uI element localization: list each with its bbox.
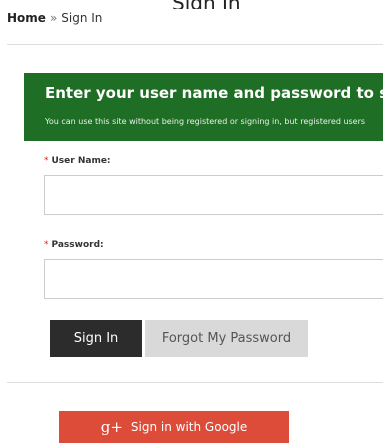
banner-title: Enter your user name and password to sig…: [45, 84, 383, 102]
required-marker: *: [44, 240, 49, 250]
password-input[interactable]: [44, 259, 383, 299]
password-label-text: Password:: [51, 240, 104, 250]
sign-in-button[interactable]: Sign In: [50, 320, 142, 357]
forgot-password-button[interactable]: Forgot My Password: [145, 320, 308, 357]
divider-bottom: [7, 382, 383, 383]
google-plus-icon: g+: [100, 418, 123, 436]
breadcrumb-separator: »: [49, 11, 58, 25]
breadcrumb-current: Sign In: [61, 11, 103, 25]
password-label: * Password:: [44, 240, 104, 250]
divider-top: [7, 44, 383, 45]
breadcrumb: Home» Sign In: [7, 11, 102, 25]
page-title: Sign In: [172, 0, 241, 9]
google-sign-in-button[interactable]: g+ Sign in with Google: [59, 411, 289, 443]
username-label-text: User Name:: [51, 156, 111, 166]
username-label: * User Name:: [44, 156, 111, 166]
banner-subtitle: You can use this site without being regi…: [45, 117, 366, 126]
google-sign-in-label: Sign in with Google: [130, 420, 248, 434]
username-input[interactable]: [44, 175, 383, 215]
page-title-partial: Sign In: [0, 0, 383, 9]
signin-banner: Enter your user name and password to sig…: [24, 73, 383, 141]
breadcrumb-home-link[interactable]: Home: [7, 11, 46, 25]
required-marker: *: [44, 156, 49, 166]
